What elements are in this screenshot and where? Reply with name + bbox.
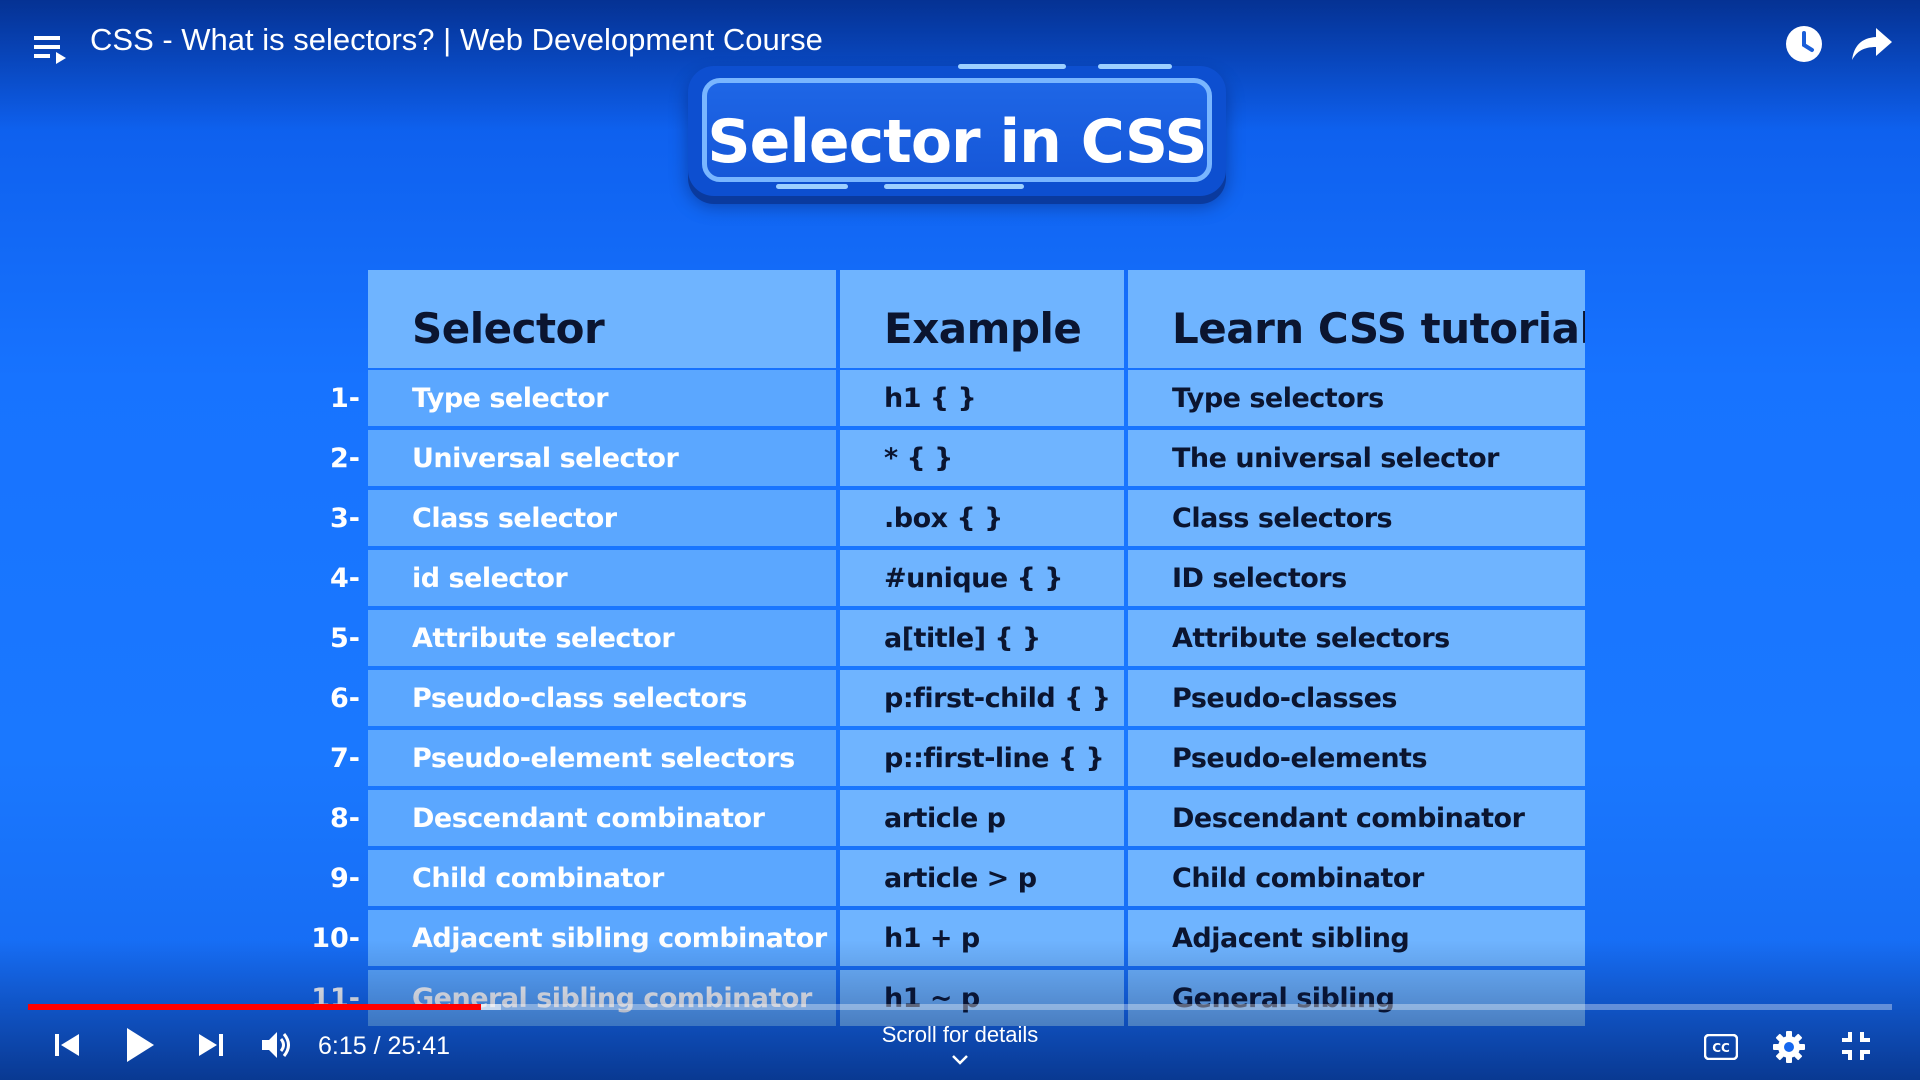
cell-selector: Class selector (368, 490, 836, 546)
cell-example: a[title] { } (840, 610, 1124, 666)
row-number: 4- (330, 562, 360, 594)
cell-tutorial: Descendant combinator (1128, 790, 1585, 846)
header-tutorial: Learn CSS tutorial (1128, 270, 1585, 368)
play-icon[interactable] (124, 1026, 156, 1064)
cell-example: article > p (840, 850, 1124, 906)
cell-selector: Child combinator (368, 850, 836, 906)
cell-example: #unique { } (840, 550, 1124, 606)
row-number: 1- (330, 382, 360, 414)
table-row: 9- Child combinator article > p Child combi… (300, 850, 1585, 906)
table-row: 5- Attribute selector a[title] { } Attribut… (300, 610, 1585, 666)
table-row: 6- Pseudo-class selectors p:first-child { … (300, 670, 1585, 726)
scroll-for-details[interactable]: Scroll for details (860, 1022, 1060, 1048)
heading-inner-frame: Selector in CSS (702, 78, 1212, 182)
clock-icon[interactable] (1784, 24, 1824, 64)
cell-example: .box { } (840, 490, 1124, 546)
decorative-line (1098, 64, 1172, 69)
row-number: 5- (330, 622, 360, 654)
playlist-icon[interactable] (32, 30, 72, 66)
cell-selector: Type selector (368, 370, 836, 426)
svg-text:CC: CC (1712, 1041, 1730, 1055)
cell-tutorial: Class selectors (1128, 490, 1585, 546)
cell-tutorial: Pseudo-classes (1128, 670, 1585, 726)
cell-example: * { } (840, 430, 1124, 486)
table-row: 3- Class selector .box { } Class selectors (300, 490, 1585, 546)
row-number: 8- (330, 802, 360, 834)
gear-icon[interactable] (1772, 1030, 1806, 1064)
cell-tutorial: Type selectors (1128, 370, 1585, 426)
table-row: 7- Pseudo-element selectors p::first-line … (300, 730, 1585, 786)
cell-selector: Descendant combinator (368, 790, 836, 846)
cell-selector: id selector (368, 550, 836, 606)
skip-next-icon[interactable] (196, 1030, 226, 1060)
cell-tutorial: Pseudo-elements (1128, 730, 1585, 786)
cell-tutorial: The universal selector (1128, 430, 1585, 486)
decorative-line (776, 184, 848, 189)
chevron-down-icon[interactable] (951, 1054, 969, 1066)
progress-played (28, 1004, 481, 1010)
row-number: 3- (330, 502, 360, 534)
progress-bar[interactable] (28, 1004, 1892, 1010)
skip-previous-icon[interactable] (52, 1030, 82, 1060)
share-arrow-icon[interactable] (1850, 26, 1894, 62)
cell-tutorial: ID selectors (1128, 550, 1585, 606)
cc-icon[interactable]: CC (1704, 1034, 1738, 1060)
cell-example: h1 { } (840, 370, 1124, 426)
cell-selector: Pseudo-element selectors (368, 730, 836, 786)
cell-example: article p (840, 790, 1124, 846)
decorative-line (958, 64, 1066, 69)
cell-tutorial: Attribute selectors (1128, 610, 1585, 666)
cell-example: p:first-child { } (840, 670, 1124, 726)
row-number: 9- (330, 862, 360, 894)
slide-heading-badge: Selector in CSS (688, 64, 1226, 196)
header-example: Example (840, 270, 1124, 368)
row-number: 7- (330, 742, 360, 774)
table-row: 2- Universal selector * { } The universal s… (300, 430, 1585, 486)
cell-example: p::first-line { } (840, 730, 1124, 786)
exit-fullscreen-icon[interactable] (1840, 1030, 1872, 1062)
decorative-line (884, 184, 1024, 189)
cell-selector: Attribute selector (368, 610, 836, 666)
table-header-row: Selector Example Learn CSS tutorial (368, 270, 1585, 368)
row-number: 2- (330, 442, 360, 474)
cell-selector: Universal selector (368, 430, 836, 486)
cell-selector: Pseudo-class selectors (368, 670, 836, 726)
row-number: 6- (330, 682, 360, 714)
video-title[interactable]: CSS - What is selectors? | Web Developme… (90, 22, 823, 58)
slide-heading: Selector in CSS (707, 107, 1207, 177)
time-display: 6:15 / 25:41 (318, 1032, 451, 1060)
cell-tutorial: Child combinator (1128, 850, 1585, 906)
table-row: 4- id selector #unique { } ID selectors (300, 550, 1585, 606)
volume-icon[interactable] (260, 1029, 294, 1061)
table-row: 8- Descendant combinator article p Descenda… (300, 790, 1585, 846)
table-row: 1- Type selector h1 { } Type selectors (300, 370, 1585, 426)
header-selector: Selector (368, 270, 836, 368)
